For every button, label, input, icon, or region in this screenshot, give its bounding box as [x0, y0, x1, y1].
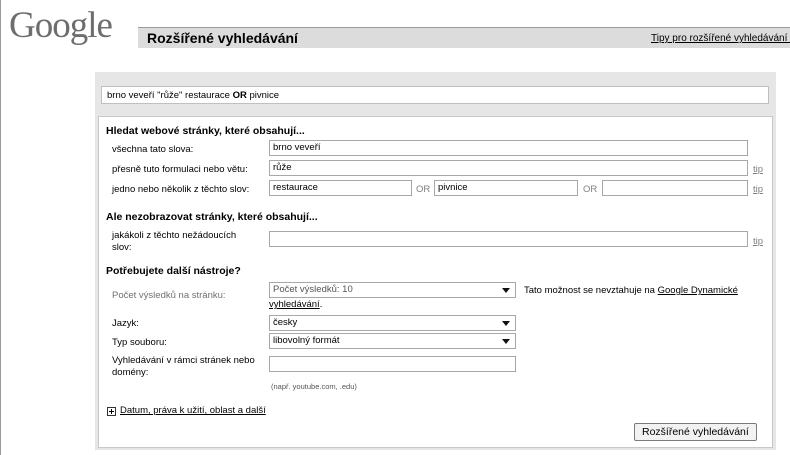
results-note-continued: vyhledávání. [269, 299, 322, 310]
tools-heading: Potřebujete další nástroje? [106, 265, 241, 277]
or-label-1: OR [416, 184, 431, 195]
dynamic-search-link[interactable]: Google Dynamické [658, 285, 738, 296]
results-note-text: Tato možnost se nevztahuje na [524, 285, 658, 296]
chevron-down-icon [502, 321, 510, 326]
query-preview-operator: OR [232, 90, 247, 101]
exclude-tip-link[interactable]: tip [753, 236, 763, 247]
or-label-2: OR [583, 184, 598, 195]
all-words-label: všechna tato slova: [112, 144, 194, 155]
exclude-label-line2: slov: [112, 242, 132, 253]
dynamic-search-link-continued[interactable]: vyhledávání [269, 299, 320, 310]
plus-icon[interactable] [107, 407, 116, 416]
exact-phrase-tip-link[interactable]: tip [753, 164, 763, 175]
advanced-search-button[interactable]: Rozšířené vyhledávání [634, 423, 757, 441]
results-per-page-label: Počet výsledků na stránku: [112, 290, 226, 301]
any-words-input-3[interactable] [602, 180, 748, 196]
exclude-heading: Ale nezobrazovat stránky, které obsahují… [106, 211, 318, 223]
exact-phrase-label: přesně tuto formulaci nebo větu: [112, 164, 248, 175]
any-words-input-2[interactable]: pivnice [434, 180, 578, 196]
site-label-line2: domény: [112, 367, 149, 378]
all-words-input[interactable]: brno veveří [269, 140, 748, 156]
site-label-line1: Vyhledávání v rámci stránek nebo [112, 355, 255, 366]
filetype-value: libovolný formát [273, 335, 340, 346]
find-heading: Hledat webové stránky, které obsahují... [106, 125, 305, 137]
more-options-link[interactable]: Datum, práva k užití, oblast a další [120, 405, 266, 416]
query-preview-text-end: pivnice [246, 90, 280, 101]
language-value: česky [273, 317, 298, 328]
exclude-label-line1: jakákoli z těchto nežádoucích [112, 230, 237, 241]
language-select[interactable]: česky [269, 315, 516, 331]
any-words-tip-link[interactable]: tip [753, 184, 763, 195]
site-domain-hint: (např. youtube.com, .edu) [271, 382, 357, 391]
site-domain-input[interactable] [269, 356, 516, 372]
query-preview-text: brno veveří "růže" restaurace [107, 90, 233, 101]
results-per-page-value: Počet výsledků: 10 [273, 284, 353, 295]
results-note-end: . [319, 299, 323, 310]
tips-link[interactable]: Tipy pro rozšířené vyhledávání | [651, 33, 790, 44]
any-words-label: jedno nebo několik z těchto slov: [112, 184, 250, 195]
any-words-input-1[interactable]: restaurace [269, 180, 412, 196]
language-label: Jazyk: [112, 318, 139, 329]
filetype-select[interactable]: libovolný formát [269, 333, 516, 349]
page-title: Rozšířené vyhledávání [147, 30, 298, 46]
exact-phrase-input[interactable]: růže [269, 160, 748, 176]
results-per-page-select[interactable]: Počet výsledků: 10 [269, 282, 516, 298]
query-preview: brno veveří "růže" restaurace OR pivnice [101, 86, 769, 104]
google-logo[interactable]: Google [9, 6, 113, 46]
exclude-words-input[interactable] [269, 231, 748, 247]
window-border [0, 0, 1, 455]
chevron-down-icon [502, 339, 510, 344]
results-note: Tato možnost se nevztahuje na Google Dyn… [524, 285, 738, 296]
chevron-down-icon [502, 288, 510, 293]
filetype-label: Typ souboru: [112, 337, 167, 348]
